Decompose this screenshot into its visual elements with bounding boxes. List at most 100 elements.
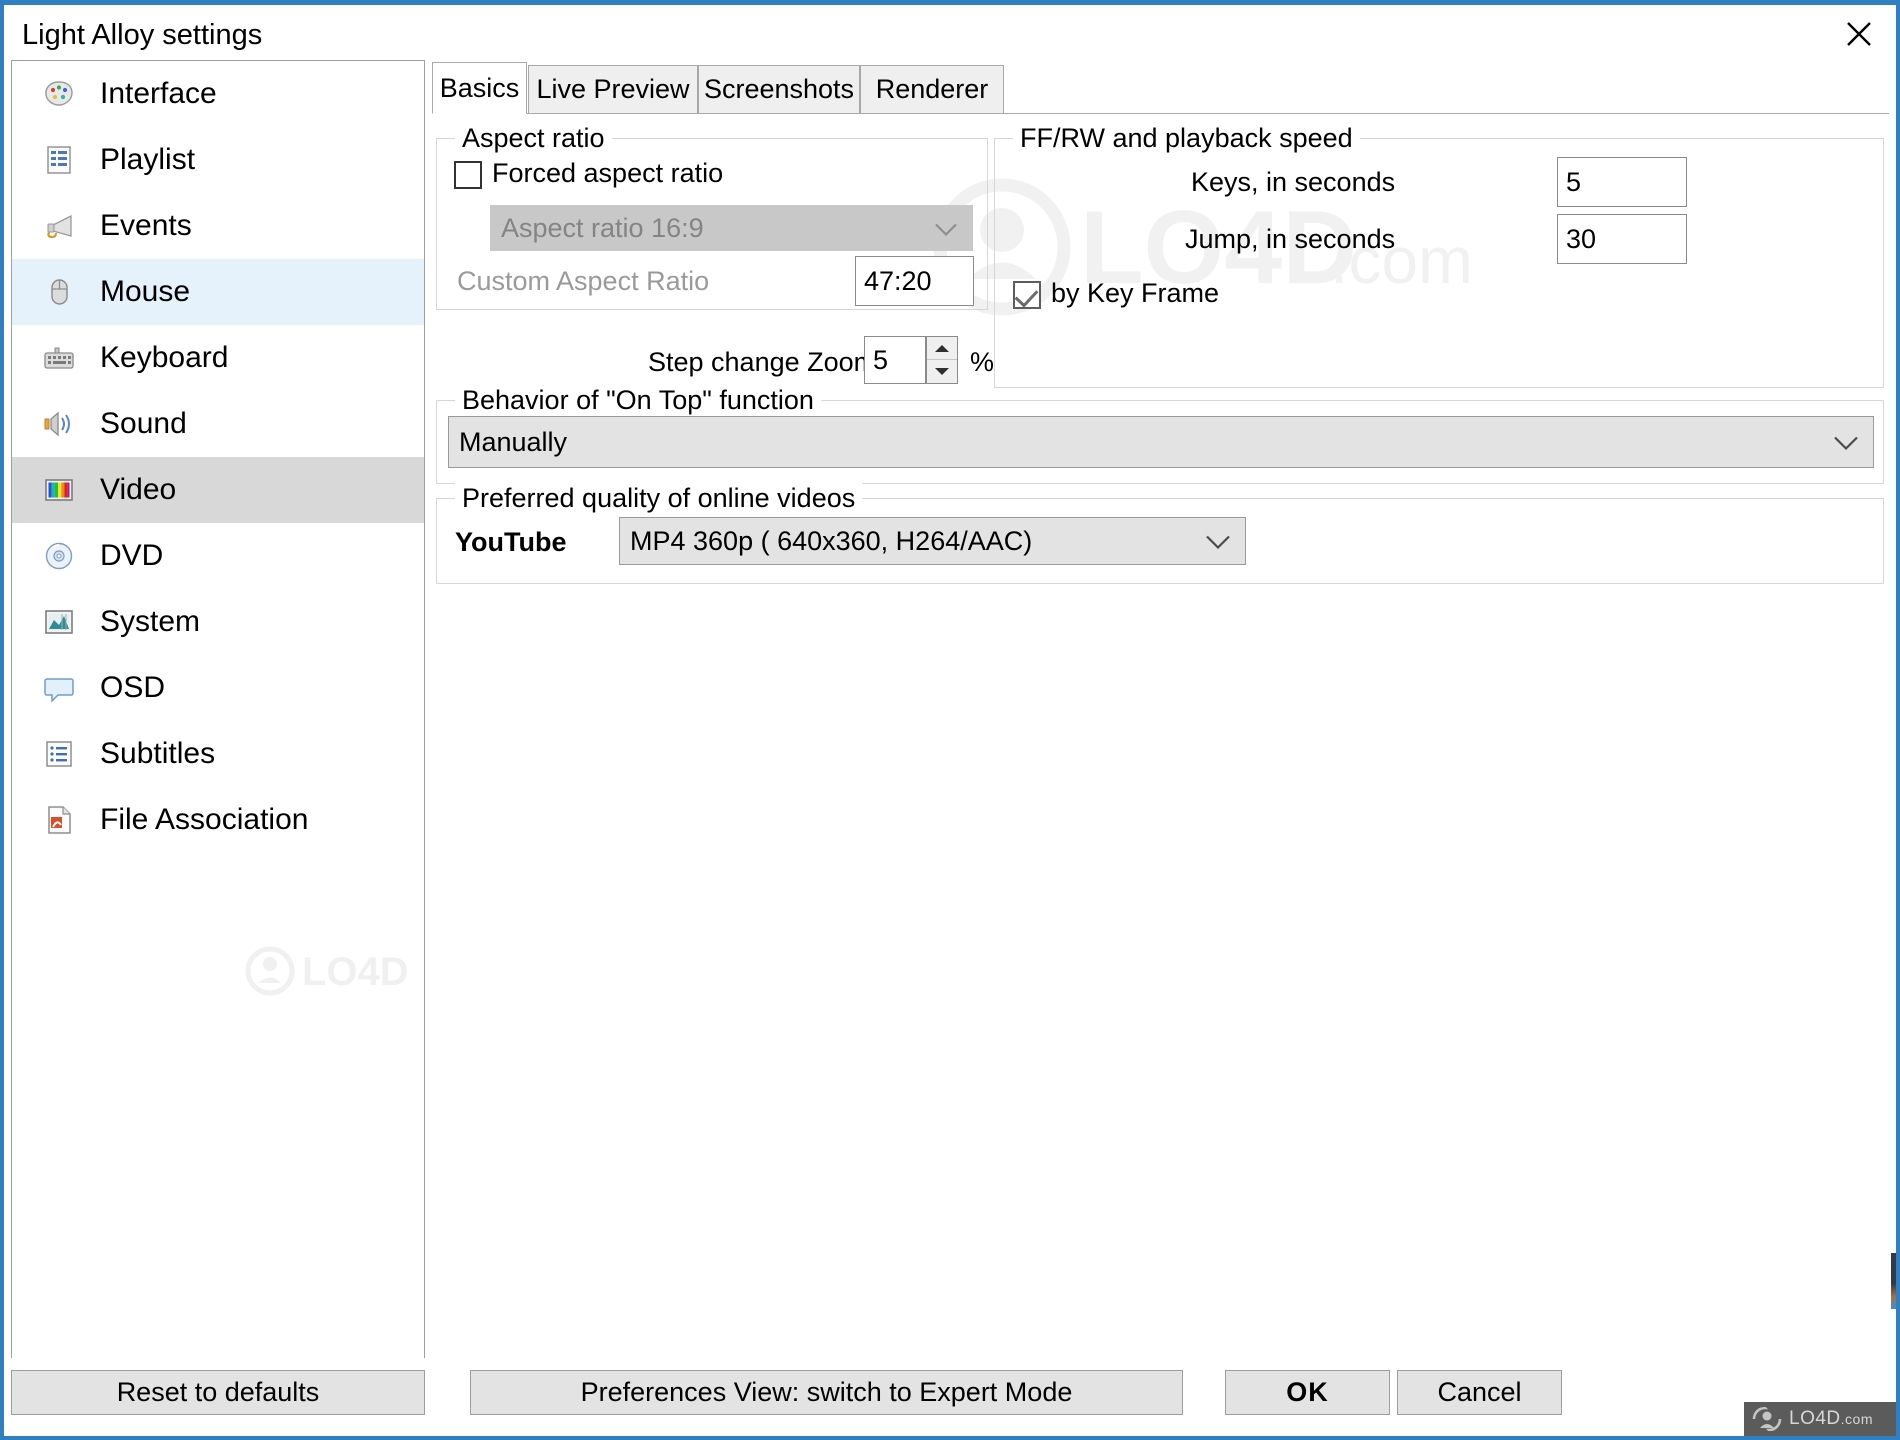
settings-window: Light Alloy settings Interface Playlist … bbox=[0, 0, 1900, 1440]
lo4d-watermark: LO4D .com bbox=[242, 941, 425, 1001]
sidebar-item-label: Sound bbox=[100, 407, 187, 440]
tab-screenshots[interactable]: Screenshots bbox=[698, 65, 860, 114]
sidebar-item-playlist[interactable]: Playlist bbox=[12, 127, 424, 193]
ok-button[interactable]: OK bbox=[1225, 1370, 1390, 1415]
scrollbar-edge-artifact bbox=[1891, 1253, 1896, 1309]
sidebar-item-label: Video bbox=[100, 473, 177, 506]
tab-live-preview[interactable]: Live Preview bbox=[528, 65, 698, 114]
forced-aspect-ratio-label: Forced aspect ratio bbox=[492, 158, 724, 188]
palette-icon bbox=[40, 75, 78, 113]
tab-bar[interactable]: Basics Live Preview Screenshots Renderer bbox=[432, 62, 1889, 114]
jump-in-seconds-value: 30 bbox=[1566, 223, 1597, 254]
aspect-ratio-preset-value: Aspect ratio 16:9 bbox=[501, 212, 704, 243]
group-title: FF/RW and playback speed bbox=[1013, 123, 1360, 154]
sidebar-item-label: Playlist bbox=[100, 143, 196, 176]
sidebar-item-video[interactable]: Video bbox=[12, 457, 424, 523]
group-title: Preferred quality of online videos bbox=[455, 483, 863, 514]
forced-aspect-ratio-checkbox[interactable] bbox=[454, 161, 482, 189]
megaphone-icon bbox=[40, 207, 78, 245]
sidebar-item-mouse[interactable]: Mouse bbox=[12, 259, 424, 325]
ok-label: OK bbox=[1286, 1377, 1329, 1407]
speech-bubble-icon bbox=[40, 669, 78, 707]
window-title: Light Alloy settings bbox=[22, 19, 263, 51]
list-page-icon bbox=[40, 141, 78, 179]
cancel-button[interactable]: Cancel bbox=[1397, 1370, 1562, 1415]
step-change-zoom-unit: % bbox=[970, 347, 995, 377]
step-change-zoom-stepper[interactable] bbox=[926, 336, 958, 384]
svg-text:LO4D: LO4D bbox=[302, 950, 409, 994]
by-key-frame-label: by Key Frame bbox=[1051, 278, 1220, 308]
keys-in-seconds-input[interactable]: 5 bbox=[1557, 157, 1687, 207]
on-top-behavior-combo[interactable]: Manually bbox=[448, 416, 1874, 468]
speaker-icon bbox=[40, 405, 78, 443]
spin-down-icon[interactable] bbox=[927, 360, 957, 383]
jump-in-seconds-label: Jump, in seconds bbox=[1185, 224, 1396, 254]
step-change-zoom-label: Step change Zoom bbox=[648, 347, 877, 377]
sidebar-item-label: DVD bbox=[100, 539, 164, 572]
by-key-frame-checkbox[interactable] bbox=[1013, 281, 1041, 309]
sidebar-item-label: Mouse bbox=[100, 275, 191, 308]
cancel-label: Cancel bbox=[1437, 1377, 1522, 1407]
lo4d-badge: LO4D.com bbox=[1744, 1402, 1896, 1436]
spin-up-icon[interactable] bbox=[927, 337, 957, 360]
chart-frame-icon bbox=[40, 603, 78, 641]
sidebar-item-events[interactable]: Events bbox=[12, 193, 424, 259]
tab-label: Live Preview bbox=[536, 74, 690, 104]
disc-icon bbox=[40, 537, 78, 575]
on-top-behavior-group: Behavior of "On Top" function Manually bbox=[436, 385, 1884, 484]
sidebar-item-sound[interactable]: Sound bbox=[12, 391, 424, 457]
sidebar-item-file-association[interactable]: File Association bbox=[12, 787, 424, 853]
bullet-list-icon bbox=[40, 735, 78, 773]
settings-content-pane: Basics Live Preview Screenshots Renderer… bbox=[432, 60, 1889, 1362]
sidebar-item-system[interactable]: System bbox=[12, 589, 424, 655]
aspect-ratio-preset-combo[interactable]: Aspect ratio 16:9 bbox=[490, 205, 973, 251]
ffrw-playback-speed-group: FF/RW and playback speed Keys, in second… bbox=[994, 123, 1884, 388]
youtube-quality-value: MP4 360p ( 640x360, H264/AAC) bbox=[630, 525, 1033, 556]
sidebar-item-label: Events bbox=[100, 209, 192, 242]
tab-renderer[interactable]: Renderer bbox=[860, 65, 1004, 114]
group-title: Aspect ratio bbox=[455, 123, 612, 154]
color-bars-icon bbox=[40, 471, 78, 509]
chevron-down-icon bbox=[1833, 427, 1859, 458]
preferences-view-label: Preferences View: switch to Expert Mode bbox=[580, 1377, 1073, 1407]
aspect-ratio-group: Aspect ratio Forced aspect ratio Aspect … bbox=[436, 123, 988, 310]
tab-basics[interactable]: Basics bbox=[432, 62, 527, 114]
group-title: Behavior of "On Top" function bbox=[455, 385, 821, 416]
sidebar-item-label: Interface bbox=[100, 77, 217, 110]
youtube-quality-combo[interactable]: MP4 360p ( 640x360, H264/AAC) bbox=[619, 517, 1246, 565]
sidebar-item-label: Subtitles bbox=[100, 737, 216, 770]
sidebar-item-keyboard[interactable]: Keyboard bbox=[12, 325, 424, 391]
sidebar-item-osd[interactable]: OSD bbox=[12, 655, 424, 721]
jump-in-seconds-input[interactable]: 30 bbox=[1557, 214, 1687, 264]
svg-text:.com: .com bbox=[424, 961, 425, 991]
custom-aspect-ratio-label: Custom Aspect Ratio bbox=[457, 266, 710, 296]
close-icon[interactable] bbox=[1822, 5, 1896, 63]
step-change-zoom-input[interactable]: 5 bbox=[864, 336, 926, 384]
sidebar-item-label: System bbox=[100, 605, 201, 638]
sidebar-item-subtitles[interactable]: Subtitles bbox=[12, 721, 424, 787]
youtube-label: YouTube bbox=[455, 527, 567, 557]
file-link-icon bbox=[40, 801, 78, 839]
settings-category-sidebar[interactable]: Interface Playlist Events Mouse Keyboard… bbox=[11, 60, 425, 1362]
keys-in-seconds-label: Keys, in seconds bbox=[1191, 167, 1396, 197]
title-bar: Light Alloy settings bbox=[4, 5, 1896, 67]
online-video-quality-group: Preferred quality of online videos YouTu… bbox=[436, 483, 1884, 584]
reset-to-defaults-button[interactable]: Reset to defaults bbox=[11, 1370, 425, 1415]
step-change-zoom-value: 5 bbox=[873, 344, 889, 375]
sidebar-item-dvd[interactable]: DVD bbox=[12, 523, 424, 589]
chevron-down-icon bbox=[934, 213, 958, 244]
mouse-icon bbox=[40, 273, 78, 311]
dialog-footer: Reset to defaults Preferences View: swit… bbox=[4, 1358, 1896, 1436]
custom-aspect-ratio-input[interactable]: 47:20 bbox=[855, 256, 974, 306]
keys-in-seconds-value: 5 bbox=[1566, 166, 1582, 197]
tab-label: Screenshots bbox=[703, 74, 855, 104]
on-top-behavior-value: Manually bbox=[459, 426, 568, 457]
tab-label: Basics bbox=[439, 72, 520, 103]
sidebar-item-interface[interactable]: Interface bbox=[12, 61, 424, 127]
chevron-down-icon bbox=[1205, 526, 1231, 557]
preferences-view-toggle-button[interactable]: Preferences View: switch to Expert Mode bbox=[470, 1370, 1183, 1415]
custom-aspect-ratio-value: 47:20 bbox=[864, 265, 932, 296]
reset-to-defaults-label: Reset to defaults bbox=[116, 1377, 320, 1407]
keyboard-icon bbox=[40, 339, 78, 377]
sidebar-item-label: Keyboard bbox=[100, 341, 229, 374]
